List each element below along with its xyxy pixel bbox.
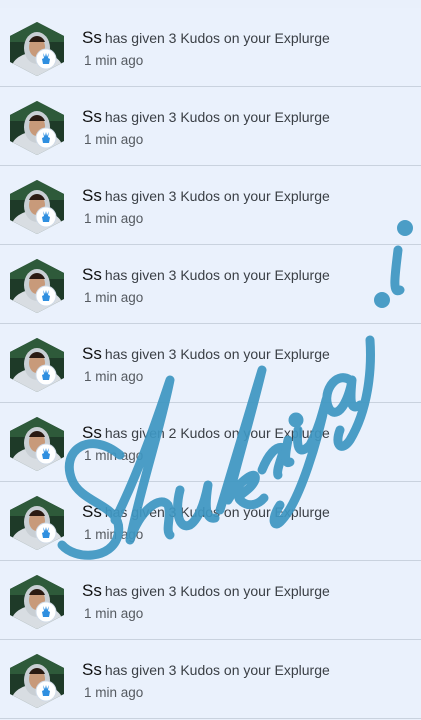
kudos-hand-icon: [35, 48, 57, 70]
notification-item[interactable]: Ss has given 3 Kudos on your Explurge 1 m…: [0, 324, 421, 403]
notification-item[interactable]: Ss has given 3 Kudos on your Explurge 1 m…: [0, 87, 421, 166]
user-name[interactable]: Ss: [82, 502, 102, 521]
user-name[interactable]: Ss: [82, 265, 102, 284]
notification-message: has given 3 Kudos on your Explurge: [104, 662, 330, 678]
kudos-hand-icon: [35, 443, 57, 465]
user-name[interactable]: Ss: [82, 581, 102, 600]
kudos-hand-icon: [35, 680, 57, 702]
notification-item[interactable]: Ss has given 2 Kudos on your Explurge 1 m…: [0, 403, 421, 482]
kudos-hand-icon: [35, 522, 57, 544]
notification-message: has given 2 Kudos on your Explurge: [104, 425, 330, 441]
notification-item[interactable]: Ss has given 3 Kudos on your Explurge 1 m…: [0, 482, 421, 561]
user-name[interactable]: Ss: [82, 344, 102, 363]
timestamp: 1 min ago: [84, 685, 144, 700]
notification-item[interactable]: Ss has given 3 Kudos on your Explurge 1 m…: [0, 640, 421, 719]
notification-message: has given 3 Kudos on your Explurge: [104, 109, 330, 125]
timestamp: 1 min ago: [84, 211, 144, 226]
notification-message: has given 3 Kudos on your Explurge: [104, 267, 330, 283]
notification-message: has given 3 Kudos on your Explurge: [104, 188, 330, 204]
user-name[interactable]: Ss: [82, 186, 102, 205]
notification-list: Ss has given 3 Kudos on your Explurge 1 m…: [0, 0, 421, 720]
notification-message: has given 3 Kudos on your Explurge: [104, 30, 330, 46]
notification-item[interactable]: Ss has given 3 Kudos on your Explurge 1 m…: [0, 166, 421, 245]
kudos-hand-icon: [35, 127, 57, 149]
kudos-hand-icon: [35, 285, 57, 307]
user-name[interactable]: Ss: [82, 660, 102, 679]
kudos-hand-icon: [35, 364, 57, 386]
notification-item[interactable]: Ss has given 3 Kudos on your Explurge 1 m…: [0, 561, 421, 640]
timestamp: 1 min ago: [84, 369, 144, 384]
notification-message: has given 3 Kudos on your Explurge: [104, 504, 330, 520]
timestamp: 1 min ago: [84, 132, 144, 147]
user-name[interactable]: Ss: [82, 423, 102, 442]
timestamp: 1 min ago: [84, 527, 144, 542]
notification-message: has given 3 Kudos on your Explurge: [104, 583, 330, 599]
kudos-hand-icon: [35, 601, 57, 623]
user-name[interactable]: Ss: [82, 107, 102, 126]
kudos-hand-icon: [35, 206, 57, 228]
timestamp: 1 min ago: [84, 53, 144, 68]
user-name[interactable]: Ss: [82, 28, 102, 47]
timestamp: 1 min ago: [84, 290, 144, 305]
notification-message: has given 3 Kudos on your Explurge: [104, 346, 330, 362]
timestamp: 1 min ago: [84, 448, 144, 463]
timestamp: 1 min ago: [84, 606, 144, 621]
notification-item[interactable]: Ss has given 3 Kudos on your Explurge 1 m…: [0, 8, 421, 87]
notification-item[interactable]: Ss has given 3 Kudos on your Explurge 1 m…: [0, 245, 421, 324]
